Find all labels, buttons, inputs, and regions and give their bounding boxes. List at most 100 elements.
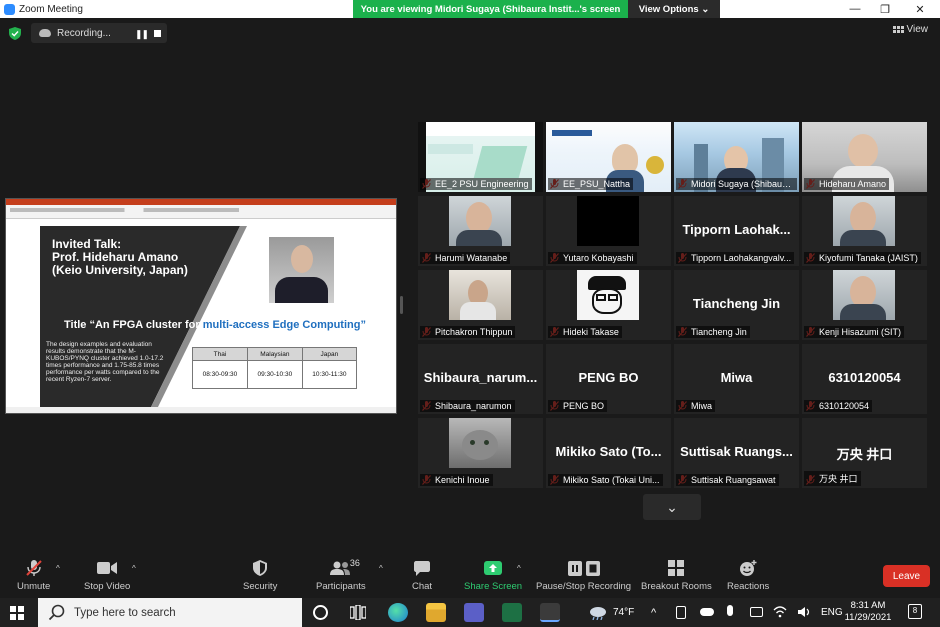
task-view-icon[interactable] — [350, 605, 366, 620]
participant-tile[interactable]: Suttisak Ruangs... Suttisak Ruangsawat — [674, 418, 799, 488]
audio-options-caret[interactable]: ^ — [56, 564, 60, 573]
participant-tile[interactable]: PENG BO PENG BO — [546, 344, 671, 414]
clock-date: 11/29/2021 — [844, 612, 892, 623]
volume-icon[interactable] — [797, 605, 811, 619]
slide-heading: Invited Talk: Prof. Hideharu Amano (Keio… — [52, 237, 188, 277]
participant-display-name: PENG BO — [578, 370, 639, 385]
participant-tile[interactable]: EE_PSU_Nattha — [546, 122, 671, 192]
taskbar-search-box[interactable]: Type here to search — [38, 598, 302, 627]
participant-name-label: EE_PSU_Nattha — [548, 178, 634, 190]
security-label: Security — [243, 581, 278, 592]
notification-center-icon[interactable]: 8 — [908, 604, 922, 619]
participant-tile[interactable]: Pitchakron Thippun — [418, 270, 543, 340]
participant-tile[interactable]: Kenji Hisazumi (SIT) — [802, 270, 927, 340]
participant-gallery: EE_2 PSU Engineering EE_PSU_Nattha Midori … — [418, 122, 929, 488]
view-options-button[interactable]: View Options ⌄ — [628, 0, 720, 18]
participant-tile[interactable]: Hideki Takase — [546, 270, 671, 340]
excel-icon[interactable] — [502, 603, 522, 622]
weather-cloud-icon[interactable] — [588, 604, 608, 620]
breakout-rooms-button[interactable]: Breakout Rooms — [641, 560, 712, 592]
share-screen-icon — [484, 561, 503, 575]
muted-mic-icon — [25, 560, 42, 576]
windows-start-icon[interactable] — [10, 606, 24, 620]
participant-tile[interactable]: Kiyofumi Tanaka (JAIST) — [802, 196, 927, 266]
hidden-icons-caret[interactable]: ^ — [651, 598, 656, 627]
chat-button[interactable]: Chat — [412, 560, 432, 592]
unmute-button[interactable]: Unmute — [17, 560, 50, 592]
participant-name-label: Kenji Hisazumi (SIT) — [804, 326, 905, 338]
participant-display-name: Shibaura_narum... — [423, 370, 538, 385]
weather-temperature[interactable]: 74°F — [613, 598, 634, 627]
breakout-rooms-icon — [668, 560, 685, 576]
participant-tile[interactable]: 万央 井口 万央 井口 — [802, 418, 927, 488]
view-layout-button[interactable]: View — [892, 24, 929, 35]
share-screen-button[interactable]: Share Screen — [464, 560, 522, 592]
participant-name-label: Miwa — [676, 400, 716, 412]
restore-button[interactable]: ❐ — [870, 0, 900, 18]
stop-recording-icon[interactable] — [154, 30, 161, 37]
participant-name-label: Tipporn Laohakangvalv... — [676, 252, 795, 264]
pause-stop-recording-button[interactable]: Pause/Stop Recording — [536, 560, 631, 592]
zoom-taskbar-icon[interactable] — [540, 603, 560, 622]
leave-button[interactable]: Leave — [883, 565, 930, 587]
meet-now-icon[interactable] — [676, 606, 686, 619]
security-button[interactable]: Security — [243, 560, 277, 592]
onedrive-cloud-icon[interactable] — [700, 608, 714, 616]
participant-tile[interactable]: Kenichi Inoue — [418, 418, 543, 488]
schedule-header: Malaysian — [246, 347, 303, 361]
share-screen-label: Share Screen — [464, 581, 523, 592]
participant-display-name: Tiancheng Jin — [692, 296, 781, 311]
shared-screen[interactable]: Invited Talk: Prof. Hideharu Amano (Keio… — [5, 198, 397, 414]
gallery-scroll-button[interactable]: ⌄ — [643, 494, 701, 520]
participant-tile[interactable]: EE_2 PSU Engineering — [418, 122, 543, 192]
participant-tile[interactable]: Hideharu Amano — [802, 122, 927, 192]
schedule-time: 08:30-09:30 — [192, 360, 248, 389]
file-explorer-icon[interactable] — [426, 603, 446, 622]
participant-display-name: Tipporn Laohak... — [682, 222, 791, 237]
pause-stop-recording-label: Pause/Stop Recording — [536, 581, 632, 592]
participant-tile[interactable]: Mikiko Sato (To... Mikiko Sato (Tokai Uni… — [546, 418, 671, 488]
participant-tile[interactable]: Tiancheng Jin Tiancheng Jin — [674, 270, 799, 340]
participant-tile[interactable]: Tipporn Laohak... Tipporn Laohakangvalv..… — [674, 196, 799, 266]
reactions-button[interactable]: Reactions — [727, 559, 769, 592]
battery-icon[interactable] — [750, 607, 763, 617]
participant-tile[interactable]: 6310120054 6310120054 — [802, 344, 927, 414]
participant-tile[interactable]: Midori Sugaya (Shibaura I... — [674, 122, 799, 192]
talk-description: The design examples and evaluation resul… — [46, 341, 164, 383]
participant-name-label: EE_2 PSU Engineering — [420, 178, 532, 190]
schedule-header: Japan — [301, 347, 358, 361]
participant-name-label: Kiyofumi Tanaka (JAIST) — [804, 252, 921, 264]
participants-options-caret[interactable]: ^ — [379, 564, 383, 573]
window-title: Zoom Meeting — [19, 3, 83, 15]
teams-icon[interactable] — [464, 603, 484, 622]
encryption-shield-icon[interactable] — [9, 27, 21, 40]
presentation-slide: Invited Talk: Prof. Hideharu Amano (Keio… — [40, 226, 370, 409]
security-shield-icon — [253, 560, 268, 576]
search-icon — [48, 604, 65, 620]
participant-name-label: Mikiko Sato (Tokai Uni... — [548, 474, 663, 486]
participant-tile[interactable]: Miwa Miwa — [674, 344, 799, 414]
participants-icon — [329, 561, 350, 575]
participants-button[interactable]: 36 Participants — [316, 558, 366, 592]
cortana-icon[interactable] — [313, 605, 328, 620]
pause-recording-icon[interactable]: ❚❚ — [135, 29, 149, 40]
viewing-screen-banner: You are viewing Midori Sugaya (Shibaura … — [353, 0, 628, 18]
participant-tile[interactable]: Shibaura_narum... Shibaura_narumon — [418, 344, 543, 414]
wifi-icon[interactable] — [773, 605, 787, 619]
system-clock[interactable]: 8:31 AM 11/29/2021 — [838, 600, 898, 624]
microphone-tray-icon[interactable] — [727, 605, 733, 616]
video-options-caret[interactable]: ^ — [132, 564, 136, 573]
edge-browser-icon[interactable] — [388, 603, 408, 622]
view-label: View — [906, 24, 929, 35]
close-button[interactable]: ✕ — [905, 0, 935, 18]
participant-name-label: Harumi Watanabe — [420, 252, 511, 264]
minimize-button[interactable]: — — [840, 0, 870, 18]
stop-video-button[interactable]: Stop Video — [84, 560, 130, 592]
split-view-handle[interactable] — [400, 296, 403, 314]
participant-tile[interactable]: Harumi Watanabe — [418, 196, 543, 266]
powerpoint-statusbar — [6, 407, 396, 413]
share-options-caret[interactable]: ^ — [517, 564, 521, 573]
participant-display-name: Mikiko Sato (To... — [555, 444, 662, 459]
participant-name-label: 6310120054 — [804, 400, 873, 412]
participant-tile[interactable]: Yutaro Kobayashi — [546, 196, 671, 266]
